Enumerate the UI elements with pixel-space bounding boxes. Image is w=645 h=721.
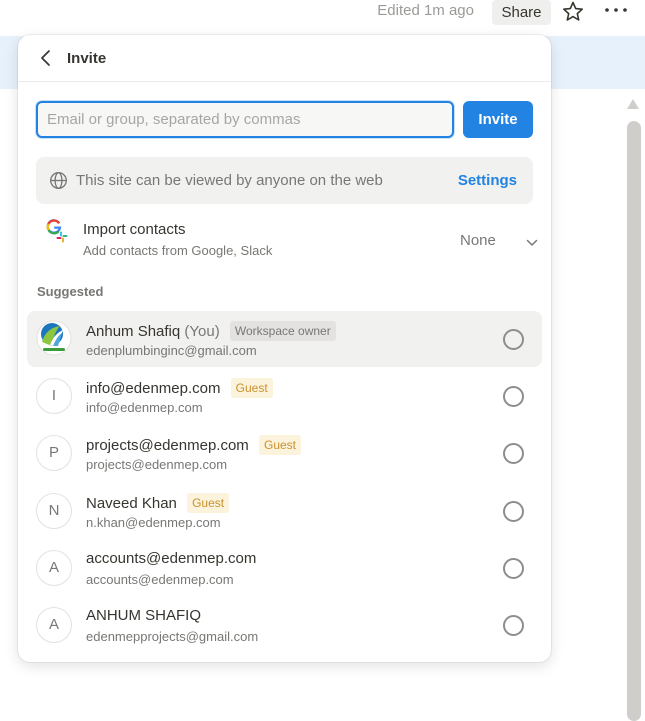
list-item[interactable]: A accounts@edenmep.com accounts@edenmep.… xyxy=(27,540,542,596)
select-radio[interactable] xyxy=(503,386,524,407)
top-bar: Edited 1m ago Share xyxy=(0,0,645,25)
email-input[interactable] xyxy=(36,101,454,138)
scroll-up-arrow-icon[interactable] xyxy=(626,97,640,109)
scrollbar-thumb[interactable] xyxy=(627,121,641,721)
select-radio[interactable] xyxy=(503,329,524,350)
globe-icon xyxy=(49,171,68,190)
person-name: Naveed Khan xyxy=(86,495,177,512)
avatar: N xyxy=(36,493,72,529)
more-icon[interactable] xyxy=(603,3,629,17)
suggested-heading: Suggested xyxy=(37,284,104,299)
chevron-left-icon[interactable] xyxy=(38,49,54,67)
status-badge: Guest xyxy=(230,378,273,398)
edited-status: Edited 1m ago xyxy=(377,2,474,19)
select-radio[interactable] xyxy=(503,558,524,579)
person-name: info@edenmep.com xyxy=(86,380,221,397)
person-email: edenmepprojects@gmail.com xyxy=(86,629,259,644)
person-name: accounts@edenmep.com xyxy=(86,550,257,567)
person-email: edenplumbinginc@gmail.com xyxy=(86,343,257,358)
list-item[interactable]: N Naveed Khan Guest n.khan@edenmep.com xyxy=(27,483,542,539)
web-access-box: This site can be viewed by anyone on the… xyxy=(36,157,533,204)
status-badge: Guest xyxy=(187,493,230,513)
avatar: P xyxy=(36,435,72,471)
person-name-line: info@edenmep.com Guest xyxy=(86,378,273,398)
person-name-line: Anhum Shafiq (You) Workspace owner xyxy=(86,321,336,341)
popover-header: Invite xyxy=(18,35,551,82)
import-source-select[interactable]: None xyxy=(460,232,496,249)
list-item[interactable]: I info@edenmep.com Guest info@edenmep.co… xyxy=(27,368,542,424)
avatar: A xyxy=(36,550,72,586)
invite-button[interactable]: Invite xyxy=(463,101,533,138)
person-email: info@edenmep.com xyxy=(86,400,203,415)
person-name-line: ANHUM SHAFIQ xyxy=(86,607,201,624)
share-button[interactable]: Share xyxy=(492,0,551,25)
invite-popover: Invite Invite This site can be viewed by… xyxy=(18,35,551,662)
avatar: A xyxy=(36,607,72,643)
star-icon[interactable] xyxy=(561,0,585,24)
person-name: Anhum Shafiq xyxy=(86,323,181,340)
status-badge: Guest xyxy=(258,435,301,455)
select-radio[interactable] xyxy=(503,501,524,522)
person-name-line: Naveed Khan Guest xyxy=(86,493,230,513)
list-item[interactable]: Anhum Shafiq (You) Workspace owner edenp… xyxy=(27,311,542,367)
chevron-down-icon[interactable] xyxy=(526,235,538,246)
avatar xyxy=(36,320,72,356)
import-contacts-row[interactable]: Import contacts Add contacts from Google… xyxy=(36,213,538,263)
select-radio[interactable] xyxy=(503,443,524,464)
status-badge: Workspace owner xyxy=(229,321,336,341)
select-radio[interactable] xyxy=(503,615,524,636)
import-contacts-title: Import contacts xyxy=(83,221,186,238)
person-name-line: accounts@edenmep.com xyxy=(86,550,256,567)
person-email: n.khan@edenmep.com xyxy=(86,515,221,530)
you-label: (You) xyxy=(184,323,220,340)
person-name-line: projects@edenmep.com Guest xyxy=(86,435,301,455)
import-contacts-subtitle: Add contacts from Google, Slack xyxy=(83,243,273,258)
person-name: projects@edenmep.com xyxy=(86,437,249,454)
list-item[interactable]: A ANHUM SHAFIQ edenmepprojects@gmail.com xyxy=(27,597,542,653)
list-item[interactable]: P projects@edenmep.com Guest projects@ed… xyxy=(27,425,542,481)
web-access-text: This site can be viewed by anyone on the… xyxy=(76,172,383,189)
person-email: accounts@edenmep.com xyxy=(86,572,234,587)
avatar: I xyxy=(36,378,72,414)
person-email: projects@edenmep.com xyxy=(86,457,228,472)
settings-link[interactable]: Settings xyxy=(458,172,517,189)
person-name: ANHUM SHAFIQ xyxy=(86,607,202,624)
popover-title: Invite xyxy=(67,50,107,67)
slack-icon xyxy=(56,230,68,243)
